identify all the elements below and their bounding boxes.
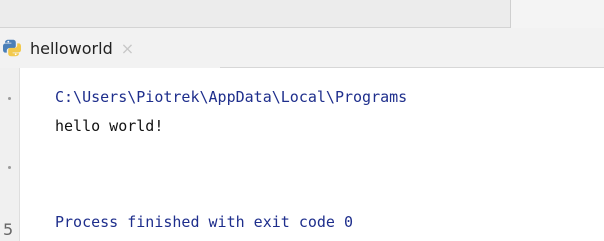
toolbar-panel-right [510,0,604,28]
gutter-marker [8,166,11,169]
editor-tab-bar: helloworld × [0,28,604,68]
tab-helloworld[interactable]: helloworld × [0,28,220,68]
python-file-icon [3,39,21,57]
top-toolbar-strip [0,0,604,28]
tab-label: helloworld [30,38,113,58]
gutter-number: 5 [3,220,14,239]
console-command-line: C:\Users\Piotrek\AppData\Local\Programs [55,88,408,106]
gutter-marker [8,97,11,100]
console-exit-message: Process finished with exit code 0 [55,213,354,231]
console-output-line: hello world! [55,117,164,135]
console-gutter: 5 [0,68,20,241]
run-console-output[interactable]: C:\Users\Piotrek\AppData\Local\Programs … [20,68,604,241]
close-icon[interactable]: × [121,39,134,58]
